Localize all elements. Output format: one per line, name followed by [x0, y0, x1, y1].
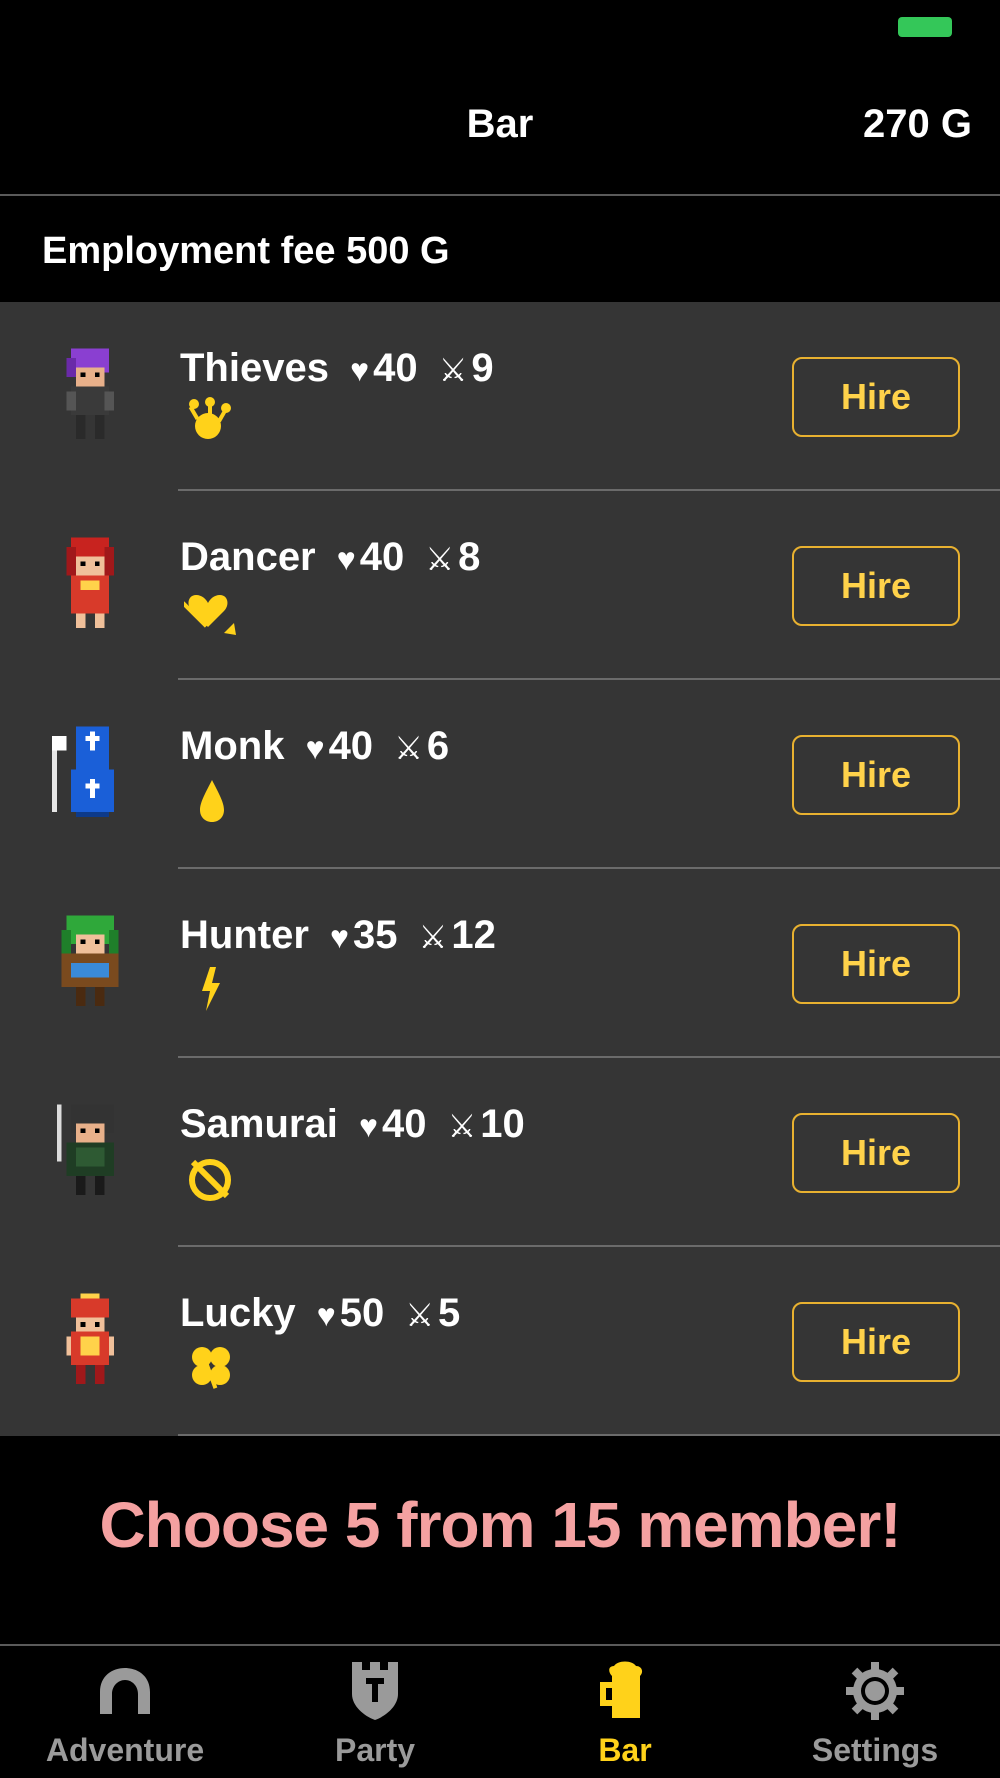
gear-icon: [846, 1662, 904, 1720]
lightning-icon: [202, 967, 220, 1011]
tab-adventure[interactable]: Adventure: [0, 1648, 250, 1778]
hire-button[interactable]: Hire: [792, 735, 960, 815]
gold-amount: 270 G: [863, 102, 972, 146]
promo-banner[interactable]: Choose 5 from 15 member!: [0, 1436, 1000, 1646]
hp-value: 35: [353, 913, 398, 957]
sword-icon: ⚔: [394, 730, 423, 766]
heart-icon: ♥: [350, 352, 370, 388]
hire-button[interactable]: Hire: [792, 1113, 960, 1193]
member-name: Hunter: [180, 913, 309, 957]
thieves-sprite: [52, 348, 128, 444]
member-name: Monk: [180, 724, 285, 768]
heart-icon: ♥: [316, 1297, 336, 1333]
tab-label: Party: [334, 1732, 416, 1768]
tab-bar: Adventure Party Bar Settings: [0, 1648, 1000, 1778]
member-name: Thieves: [180, 346, 329, 390]
monk-sprite: [52, 726, 128, 822]
list-item-hunter: Hunter ♥ 35 ⚔ 12 Hire: [0, 869, 1000, 1058]
sword-icon: ⚔: [405, 1297, 435, 1333]
member-name: Samurai: [180, 1102, 338, 1146]
arch-icon: [100, 1668, 150, 1714]
list-item-dancer: Dancer ♥ 40 ⚔ 8 Hire: [0, 491, 1000, 680]
heart-icon: ♥: [336, 541, 356, 577]
heart-icon: ♥: [358, 1108, 378, 1144]
member-name-thieves: Thieves ♥ 40 ⚔ 9: [180, 346, 494, 391]
tab-label: Settings: [811, 1732, 939, 1768]
battery-icon: [898, 17, 952, 37]
status-bar: [0, 0, 1000, 60]
attack-value: 6: [426, 724, 450, 768]
hp-value: 40: [373, 346, 418, 390]
tab-settings[interactable]: Settings: [750, 1648, 1000, 1778]
hire-button[interactable]: Hire: [792, 1302, 960, 1382]
hp-value: 40: [359, 535, 405, 579]
sword-icon: ⚔: [447, 1108, 477, 1144]
member-name-lucky: Lucky ♥ 50 ⚔ 5: [180, 1291, 460, 1336]
list-item-samurai: Samurai ♥ 40 ⚔ 10 Hire: [0, 1058, 1000, 1247]
slash-circle-icon: [189, 1159, 231, 1201]
member-name: Lucky: [180, 1291, 296, 1335]
sword-icon: ⚔: [418, 919, 448, 955]
crown-icon: [188, 397, 231, 439]
member-name: Dancer: [180, 535, 316, 579]
samurai-sprite: [52, 1104, 128, 1200]
hp-value: 50: [339, 1291, 385, 1335]
navigation-bar: Bar 270 G: [0, 60, 1000, 196]
dancer-sprite: [52, 537, 128, 633]
list-item-lucky: Lucky ♥ 50 ⚔ 5 Hire: [0, 1247, 1000, 1436]
lucky-sprite: [52, 1293, 128, 1389]
attack-value: 8: [458, 535, 481, 579]
sword-icon: ⚔: [438, 352, 468, 388]
member-name-samurai: Samurai ♥ 40 ⚔ 10: [180, 1102, 525, 1147]
attack-value: 5: [438, 1291, 461, 1335]
hire-button[interactable]: Hire: [792, 357, 960, 437]
hp-value: 40: [381, 1102, 427, 1146]
hire-button[interactable]: Hire: [792, 546, 960, 626]
member-list: Thieves ♥ 40 ⚔ 9 Hire Dancer ♥ 40 ⚔ 8 Hi…: [0, 302, 1000, 1436]
hire-button[interactable]: Hire: [792, 924, 960, 1004]
shield-tower-icon: [352, 1662, 398, 1720]
promo-banner-text: Choose 5 from 15 member!: [99, 1489, 901, 1561]
heart-icon: ♥: [330, 919, 350, 955]
beer-mug-icon: [600, 1661, 643, 1718]
tab-label: Bar: [598, 1732, 652, 1768]
tab-label: Adventure: [45, 1732, 205, 1768]
drop-icon: [200, 780, 224, 822]
section-header: Employment fee 500 G: [0, 198, 1000, 302]
member-name-hunter: Hunter ♥ 35 ⚔ 12: [180, 913, 496, 958]
list-item-thieves: Thieves ♥ 40 ⚔ 9 Hire: [0, 302, 1000, 491]
employment-fee-label: Employment fee 500 G: [42, 230, 450, 272]
member-name-monk: Monk ♥ 40 ⚔ 6: [180, 724, 449, 769]
attack-value: 12: [451, 913, 496, 957]
heart-icon: ♥: [305, 730, 325, 766]
clover-icon: [192, 1347, 230, 1389]
hp-value: 40: [328, 724, 374, 768]
tab-party[interactable]: Party: [250, 1648, 500, 1778]
tab-bar-active[interactable]: Bar: [500, 1648, 750, 1778]
attack-value: 9: [471, 346, 494, 390]
page-title: Bar: [466, 102, 534, 146]
member-name-dancer: Dancer ♥ 40 ⚔ 8: [180, 535, 480, 580]
hunter-sprite: [52, 915, 128, 1011]
list-item-monk: Monk ♥ 40 ⚔ 6 Hire: [0, 680, 1000, 869]
sword-icon: ⚔: [425, 541, 455, 577]
heart-arrow-icon: [184, 592, 236, 635]
attack-value: 10: [480, 1102, 525, 1146]
